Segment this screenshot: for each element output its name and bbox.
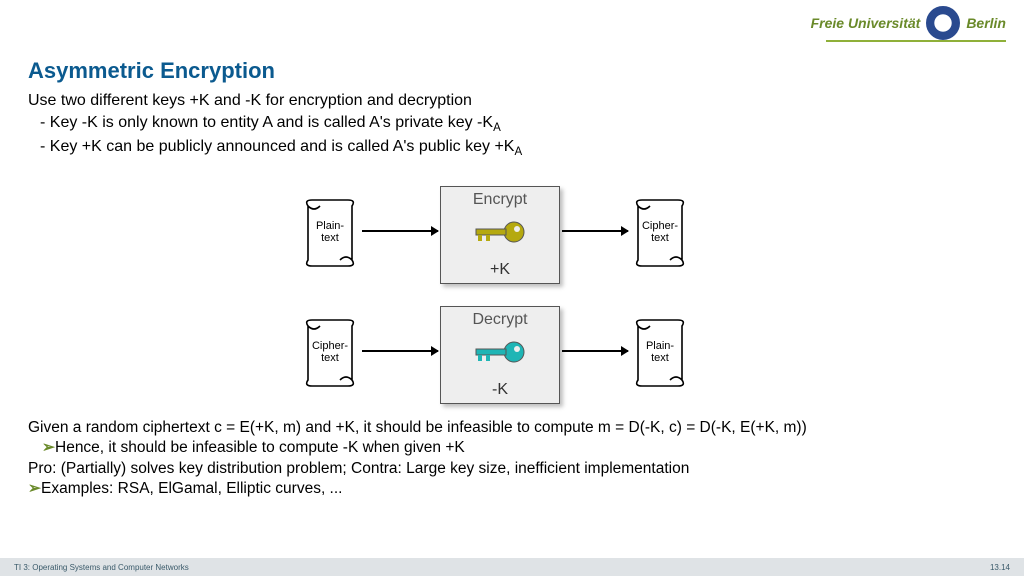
scroll-label: Plain-text (300, 220, 360, 244)
intro-bullet2-sub: A (514, 147, 522, 159)
chevron-icon: ➢ (28, 480, 41, 497)
logo-underline (826, 40, 1006, 42)
intro-bullet1-sub: A (493, 122, 501, 134)
intro-bullet2-text: Key +K can be publicly announced and is … (50, 138, 515, 155)
intro-bullet1-text: Key -K is only known to entity A and is … (50, 114, 493, 131)
body-line3: Pro: (Partially) solves key distribution… (28, 459, 1004, 479)
key-icon (470, 335, 530, 369)
scroll-label: Cipher-text (300, 340, 360, 364)
box-key-label: -K (441, 381, 559, 399)
box-key-label: +K (441, 261, 559, 279)
footer-right: 13.14 (990, 563, 1010, 572)
university-seal-icon (926, 6, 960, 40)
body-text: Given a random ciphertext c = E(+K, m) a… (28, 418, 1004, 500)
logo-text-right: Berlin (966, 15, 1006, 31)
scroll-label: Plain-text (630, 340, 690, 364)
arrow-icon (562, 230, 628, 232)
diagram: Plain-text Encrypt +K Cipher-text Cipher… (0, 180, 1024, 410)
diagram-row-encrypt: Plain-text Encrypt +K Cipher-text (0, 180, 1024, 290)
body-line1: Given a random ciphertext c = E(+K, m) a… (28, 418, 1004, 438)
slide-title: Asymmetric Encryption (28, 58, 275, 84)
decrypt-box: Decrypt -K (440, 306, 560, 404)
intro-block: Use two different keys +K and -K for enc… (28, 90, 522, 161)
intro-line1: Use two different keys +K and -K for enc… (28, 90, 522, 112)
intro-bullet2: - Key +K can be publicly announced and i… (40, 136, 522, 161)
encrypt-box: Encrypt +K (440, 186, 560, 284)
diagram-row-decrypt: Cipher-text Decrypt -K Plain-text (0, 300, 1024, 410)
footer-bar: TI 3: Operating Systems and Computer Net… (0, 558, 1024, 576)
arrow-icon (362, 350, 438, 352)
scroll-ciphertext-right: Cipher-text (630, 196, 690, 270)
chevron-icon: ➢ (42, 439, 55, 456)
body-line4-text: Examples: RSA, ElGamal, Elliptic curves,… (41, 480, 342, 497)
arrow-icon (562, 350, 628, 352)
footer-left: TI 3: Operating Systems and Computer Net… (14, 563, 189, 572)
logo-text-left: Freie Universität (811, 15, 921, 31)
scroll-plaintext-right: Plain-text (630, 316, 690, 390)
university-logo: Freie Universität Berlin (811, 6, 1006, 40)
arrow-icon (362, 230, 438, 232)
box-title: Decrypt (441, 311, 559, 329)
intro-bullet1: - Key -K is only known to entity A and i… (40, 112, 522, 137)
body-line4: ➢Examples: RSA, ElGamal, Elliptic curves… (28, 479, 1004, 499)
scroll-label: Cipher-text (630, 220, 690, 244)
scroll-plaintext-left: Plain-text (300, 196, 360, 270)
scroll-ciphertext-left: Cipher-text (300, 316, 360, 390)
box-title: Encrypt (441, 191, 559, 209)
key-icon (470, 215, 530, 249)
body-line2: ➢Hence, it should be infeasible to compu… (42, 438, 1004, 458)
body-line2-text: Hence, it should be infeasible to comput… (55, 439, 465, 456)
